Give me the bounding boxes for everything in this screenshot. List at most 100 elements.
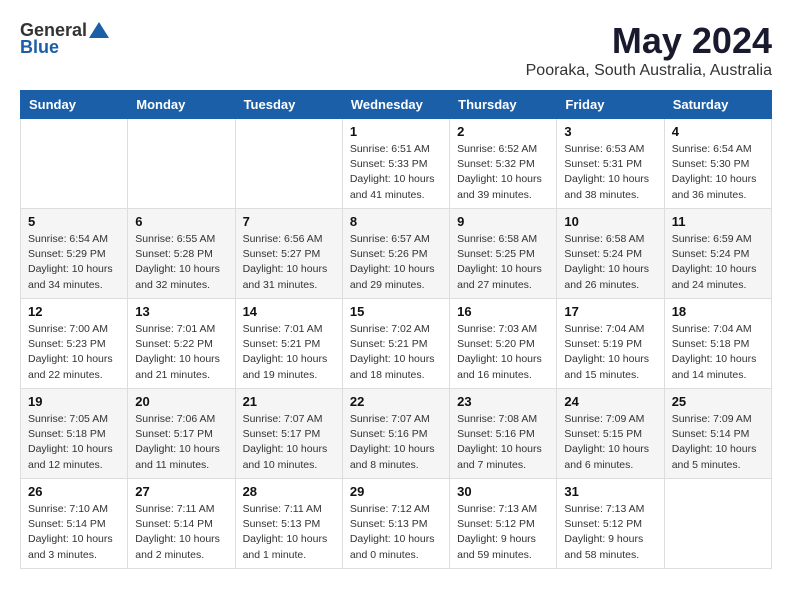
calendar-cell: 3 Sunrise: 6:53 AM Sunset: 5:31 PM Daylig…	[557, 119, 664, 209]
calendar-cell: 15 Sunrise: 7:02 AM Sunset: 5:21 PM Dayli…	[342, 299, 449, 389]
day-number: 4	[672, 124, 764, 139]
day-info: Sunrise: 7:12 AM Sunset: 5:13 PM Dayligh…	[350, 502, 442, 563]
calendar-cell: 12Sunrise: 7:00 AM Sunset: 5:23 PM Dayli…	[21, 299, 128, 389]
calendar-cell: 13 Sunrise: 7:01 AM Sunset: 5:22 PM Dayli…	[128, 299, 235, 389]
day-number: 5	[28, 214, 120, 229]
calendar-cell: 17 Sunrise: 7:04 AM Sunset: 5:19 PM Dayli…	[557, 299, 664, 389]
calendar-cell: 22 Sunrise: 7:07 AM Sunset: 5:16 PM Dayli…	[342, 389, 449, 479]
calendar-cell: 10 Sunrise: 6:58 AM Sunset: 5:24 PM Dayli…	[557, 209, 664, 299]
calendar-cell: 24 Sunrise: 7:09 AM Sunset: 5:15 PM Dayli…	[557, 389, 664, 479]
calendar-cell: 29 Sunrise: 7:12 AM Sunset: 5:13 PM Dayli…	[342, 479, 449, 569]
calendar-cell: 6 Sunrise: 6:55 AM Sunset: 5:28 PM Daylig…	[128, 209, 235, 299]
day-header-wednesday: Wednesday	[342, 91, 449, 119]
day-info: Sunrise: 6:55 AM Sunset: 5:28 PM Dayligh…	[135, 232, 227, 293]
calendar-cell: 28 Sunrise: 7:11 AM Sunset: 5:13 PM Dayli…	[235, 479, 342, 569]
day-number: 25	[672, 394, 764, 409]
day-info: Sunrise: 7:07 AM Sunset: 5:17 PM Dayligh…	[243, 412, 335, 473]
page-header: General Blue May 2024 Pooraka, South Aus…	[20, 20, 772, 80]
day-number: 10	[564, 214, 656, 229]
day-number: 24	[564, 394, 656, 409]
logo-icon	[89, 22, 109, 38]
day-header-thursday: Thursday	[450, 91, 557, 119]
day-info: Sunrise: 7:09 AM Sunset: 5:14 PM Dayligh…	[672, 412, 764, 473]
calendar-cell: 21Sunrise: 7:07 AM Sunset: 5:17 PM Dayli…	[235, 389, 342, 479]
day-number: 18	[672, 304, 764, 319]
day-header-sunday: Sunday	[21, 91, 128, 119]
day-info: Sunrise: 6:58 AM Sunset: 5:24 PM Dayligh…	[564, 232, 656, 293]
day-number: 14	[243, 304, 335, 319]
day-info: Sunrise: 6:51 AM Sunset: 5:33 PM Dayligh…	[350, 142, 442, 203]
calendar-cell: 11 Sunrise: 6:59 AM Sunset: 5:24 PM Dayli…	[664, 209, 771, 299]
day-info: Sunrise: 7:09 AM Sunset: 5:15 PM Dayligh…	[564, 412, 656, 473]
day-number: 31	[564, 484, 656, 499]
day-info: Sunrise: 6:53 AM Sunset: 5:31 PM Dayligh…	[564, 142, 656, 203]
calendar-cell: 25 Sunrise: 7:09 AM Sunset: 5:14 PM Dayli…	[664, 389, 771, 479]
day-number: 27	[135, 484, 227, 499]
day-header-monday: Monday	[128, 91, 235, 119]
calendar-cell: 2 Sunrise: 6:52 AM Sunset: 5:32 PM Daylig…	[450, 119, 557, 209]
day-number: 3	[564, 124, 656, 139]
day-number: 7	[243, 214, 335, 229]
day-number: 22	[350, 394, 442, 409]
day-info: Sunrise: 7:02 AM Sunset: 5:21 PM Dayligh…	[350, 322, 442, 383]
logo: General Blue	[20, 20, 109, 58]
day-info: Sunrise: 6:59 AM Sunset: 5:24 PM Dayligh…	[672, 232, 764, 293]
day-info: Sunrise: 7:00 AM Sunset: 5:23 PM Dayligh…	[28, 322, 120, 383]
calendar-cell: 20 Sunrise: 7:06 AM Sunset: 5:17 PM Dayli…	[128, 389, 235, 479]
day-info: Sunrise: 7:05 AM Sunset: 5:18 PM Dayligh…	[28, 412, 120, 473]
day-info: Sunrise: 6:58 AM Sunset: 5:25 PM Dayligh…	[457, 232, 549, 293]
day-number: 1	[350, 124, 442, 139]
calendar-cell: 30Sunrise: 7:13 AM Sunset: 5:12 PM Dayli…	[450, 479, 557, 569]
calendar-cell: 27 Sunrise: 7:11 AM Sunset: 5:14 PM Dayli…	[128, 479, 235, 569]
day-number: 16	[457, 304, 549, 319]
calendar-cell: 5 Sunrise: 6:54 AM Sunset: 5:29 PM Daylig…	[21, 209, 128, 299]
day-info: Sunrise: 7:08 AM Sunset: 5:16 PM Dayligh…	[457, 412, 549, 473]
calendar-cell: 4 Sunrise: 6:54 AM Sunset: 5:30 PM Daylig…	[664, 119, 771, 209]
day-number: 17	[564, 304, 656, 319]
day-number: 23	[457, 394, 549, 409]
day-number: 20	[135, 394, 227, 409]
day-number: 19	[28, 394, 120, 409]
day-header-tuesday: Tuesday	[235, 91, 342, 119]
day-number: 28	[243, 484, 335, 499]
calendar-cell: 18 Sunrise: 7:04 AM Sunset: 5:18 PM Dayli…	[664, 299, 771, 389]
day-info: Sunrise: 7:06 AM Sunset: 5:17 PM Dayligh…	[135, 412, 227, 473]
calendar-cell	[235, 119, 342, 209]
day-info: Sunrise: 7:04 AM Sunset: 5:18 PM Dayligh…	[672, 322, 764, 383]
title-block: May 2024 Pooraka, South Australia, Austr…	[526, 20, 772, 80]
day-info: Sunrise: 7:03 AM Sunset: 5:20 PM Dayligh…	[457, 322, 549, 383]
day-info: Sunrise: 7:01 AM Sunset: 5:22 PM Dayligh…	[135, 322, 227, 383]
calendar-cell	[128, 119, 235, 209]
day-number: 11	[672, 214, 764, 229]
day-header-saturday: Saturday	[664, 91, 771, 119]
month-title: May 2024	[526, 20, 772, 62]
day-number: 13	[135, 304, 227, 319]
day-info: Sunrise: 6:57 AM Sunset: 5:26 PM Dayligh…	[350, 232, 442, 293]
day-info: Sunrise: 6:54 AM Sunset: 5:29 PM Dayligh…	[28, 232, 120, 293]
day-number: 2	[457, 124, 549, 139]
day-info: Sunrise: 6:56 AM Sunset: 5:27 PM Dayligh…	[243, 232, 335, 293]
calendar-cell: 14 Sunrise: 7:01 AM Sunset: 5:21 PM Dayli…	[235, 299, 342, 389]
calendar-cell: 9Sunrise: 6:58 AM Sunset: 5:25 PM Daylig…	[450, 209, 557, 299]
day-number: 15	[350, 304, 442, 319]
day-info: Sunrise: 6:52 AM Sunset: 5:32 PM Dayligh…	[457, 142, 549, 203]
calendar-cell: 8Sunrise: 6:57 AM Sunset: 5:26 PM Daylig…	[342, 209, 449, 299]
day-info: Sunrise: 7:07 AM Sunset: 5:16 PM Dayligh…	[350, 412, 442, 473]
day-info: Sunrise: 7:13 AM Sunset: 5:12 PM Dayligh…	[564, 502, 656, 563]
calendar-cell: 19 Sunrise: 7:05 AM Sunset: 5:18 PM Dayli…	[21, 389, 128, 479]
day-info: Sunrise: 6:54 AM Sunset: 5:30 PM Dayligh…	[672, 142, 764, 203]
day-info: Sunrise: 7:10 AM Sunset: 5:14 PM Dayligh…	[28, 502, 120, 563]
day-number: 26	[28, 484, 120, 499]
calendar-cell: 23 Sunrise: 7:08 AM Sunset: 5:16 PM Dayli…	[450, 389, 557, 479]
day-info: Sunrise: 7:11 AM Sunset: 5:13 PM Dayligh…	[243, 502, 335, 563]
calendar-cell: 7 Sunrise: 6:56 AM Sunset: 5:27 PM Daylig…	[235, 209, 342, 299]
day-number: 29	[350, 484, 442, 499]
calendar-cell	[21, 119, 128, 209]
day-number: 6	[135, 214, 227, 229]
day-info: Sunrise: 7:04 AM Sunset: 5:19 PM Dayligh…	[564, 322, 656, 383]
calendar-cell: 16 Sunrise: 7:03 AM Sunset: 5:20 PM Dayli…	[450, 299, 557, 389]
calendar-cell	[664, 479, 771, 569]
day-info: Sunrise: 7:11 AM Sunset: 5:14 PM Dayligh…	[135, 502, 227, 563]
day-info: Sunrise: 7:01 AM Sunset: 5:21 PM Dayligh…	[243, 322, 335, 383]
calendar-cell: 1 Sunrise: 6:51 AM Sunset: 5:33 PM Daylig…	[342, 119, 449, 209]
